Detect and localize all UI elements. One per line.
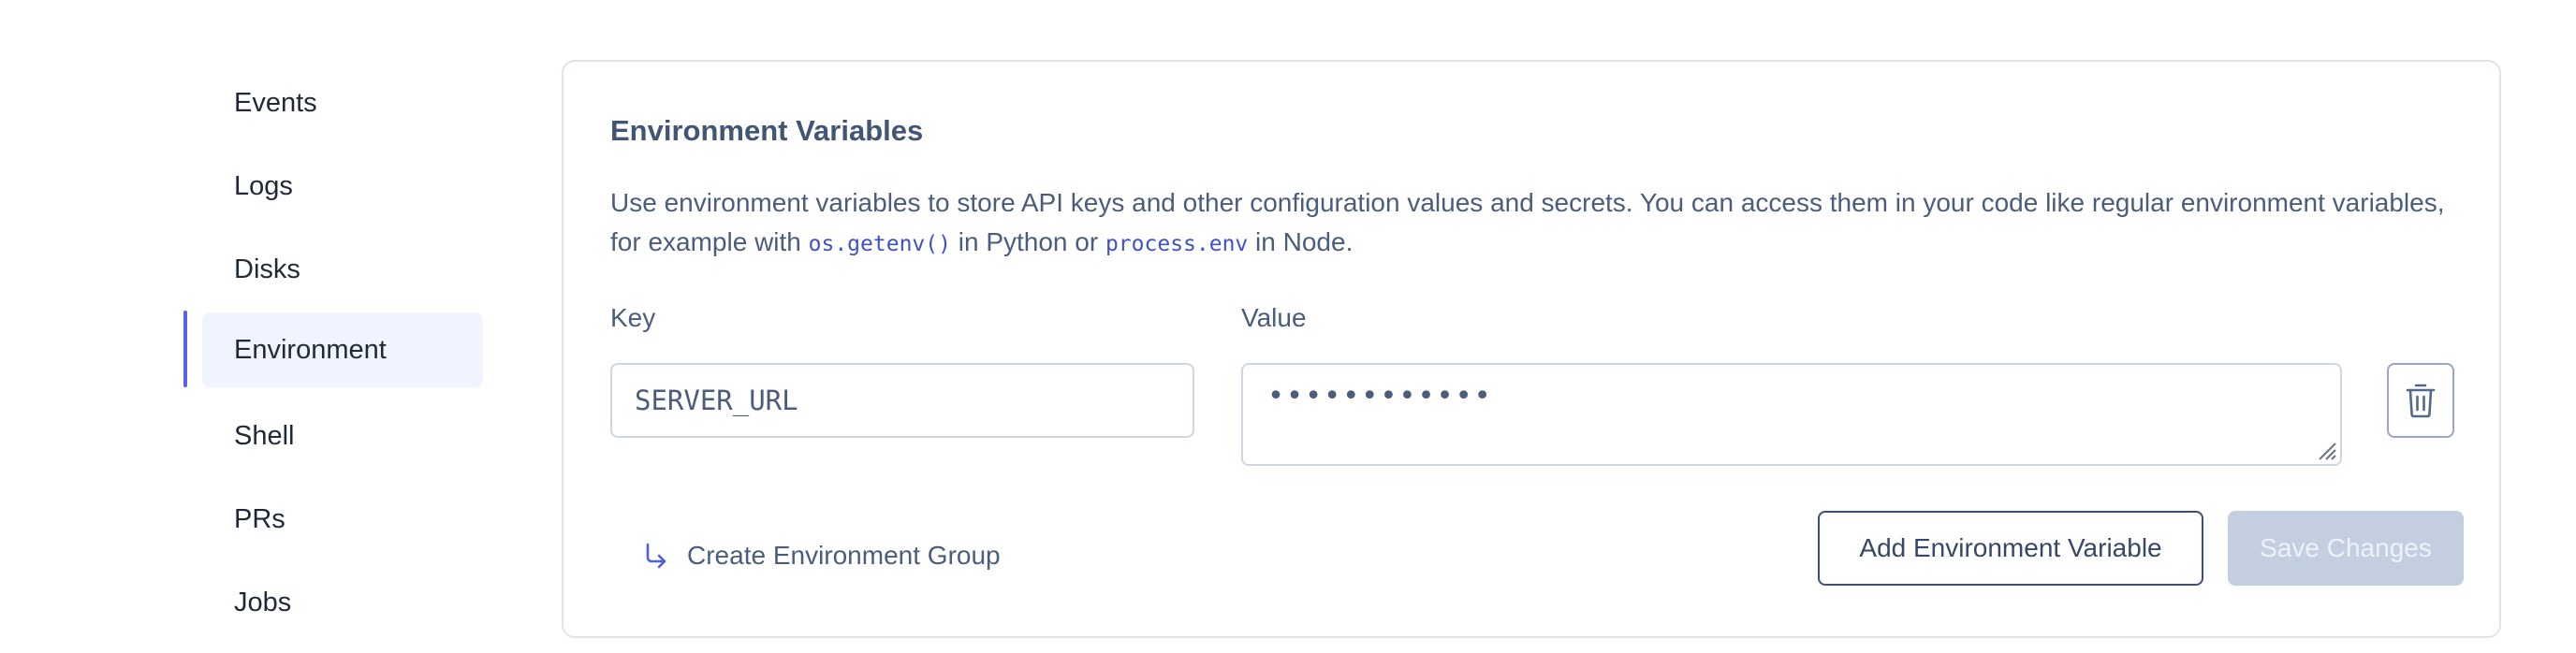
sidebar-item-jobs[interactable]: Jobs [202, 565, 483, 640]
description-text-3: in Node. [1248, 227, 1354, 256]
sidebar-item-logs[interactable]: Logs [202, 149, 483, 224]
sidebar-item-shell[interactable]: Shell [202, 399, 483, 473]
sidebar-item-disks[interactable]: Disks [202, 232, 483, 307]
sidebar-item-environment[interactable]: Environment [202, 312, 483, 387]
delete-variable-button[interactable] [2387, 363, 2454, 438]
value-masked-text: •••••••••••• [1267, 380, 1493, 413]
sidebar-item-events[interactable]: Events [202, 65, 483, 140]
code-snippet-process-env: process.env [1105, 232, 1249, 256]
code-snippet-getenv: os.getenv() [808, 232, 951, 256]
description-text-2: in Python or [950, 227, 1105, 256]
value-label: Value [1241, 303, 1307, 332]
active-indicator [183, 311, 187, 387]
key-input[interactable]: SERVER_URL [610, 363, 1194, 438]
create-environment-group-link[interactable]: Create Environment Group [642, 528, 1001, 584]
sidebar-nav: Events Logs Disks Environment Shell PRs … [183, 0, 492, 653]
section-title: Environment Variables [610, 114, 924, 147]
resize-handle-icon[interactable] [2316, 440, 2336, 460]
create-environment-group-label: Create Environment Group [687, 541, 1001, 570]
environment-variables-card: Environment Variables Use environment va… [562, 60, 2501, 638]
save-changes-button[interactable]: Save Changes [2228, 511, 2464, 586]
trash-icon [2406, 384, 2436, 418]
value-input[interactable]: •••••••••••• [1241, 363, 2342, 466]
section-description: Use environment variables to store API k… [610, 183, 2445, 264]
service-settings-page: Events Logs Disks Environment Shell PRs … [0, 0, 2576, 653]
key-label: Key [610, 303, 656, 332]
add-environment-variable-button[interactable]: Add Environment Variable [1818, 511, 2203, 586]
sidebar-item-prs[interactable]: PRs [202, 482, 483, 557]
arrow-turn-down-right-icon [646, 543, 666, 569]
